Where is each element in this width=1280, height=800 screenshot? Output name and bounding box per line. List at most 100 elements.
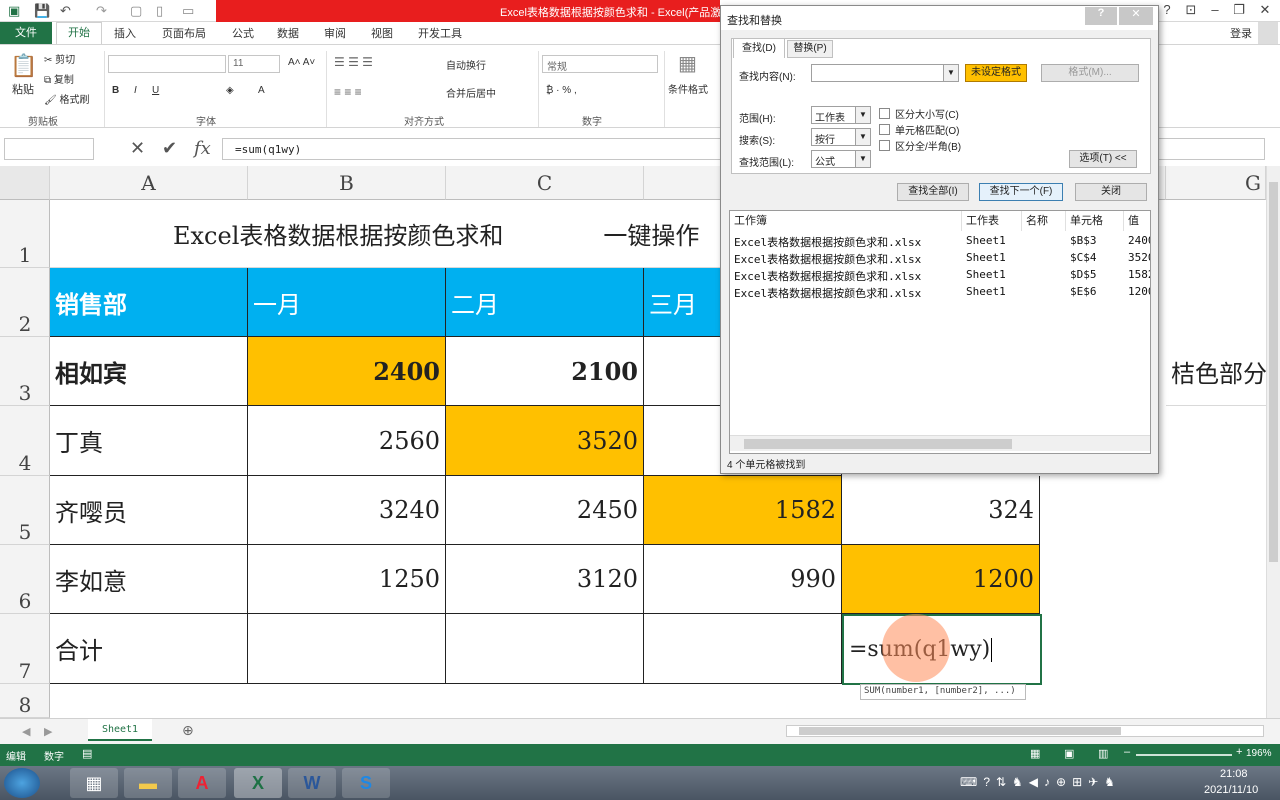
font-name-dropdown[interactable] bbox=[108, 55, 226, 73]
font-size-dropdown[interactable]: 11 bbox=[228, 55, 280, 73]
zoom-slider[interactable] bbox=[1136, 754, 1232, 756]
login-link[interactable]: 登录 bbox=[1230, 25, 1252, 41]
tray-icons[interactable]: ⌨?⇅♞◀♪⊕⊞✈♞ bbox=[960, 775, 1121, 789]
page-layout-view-icon[interactable]: ▣ bbox=[1064, 747, 1074, 760]
autocad-icon[interactable]: A bbox=[178, 768, 226, 798]
row-header-8[interactable]: 8 bbox=[0, 684, 50, 718]
total-label-cell[interactable]: 合计 bbox=[50, 614, 248, 684]
header-cell[interactable]: 销售部 bbox=[50, 268, 248, 337]
restore-icon[interactable]: ❐ bbox=[1228, 2, 1250, 20]
find-input[interactable]: ▼ bbox=[811, 64, 959, 82]
add-sheet-icon[interactable]: ⊕ bbox=[182, 722, 194, 739]
total-cell[interactable] bbox=[644, 614, 842, 684]
paste-icon[interactable]: 📋 bbox=[10, 53, 37, 79]
result-row[interactable]: Excel表格数据根据按颜色求和.xlsxSheet1$C$43520 bbox=[730, 250, 1150, 267]
results-hscrollbar[interactable] bbox=[730, 435, 1150, 451]
lookin-select[interactable]: 公式 ▼ bbox=[811, 150, 871, 168]
save-icon[interactable]: 💾 bbox=[34, 3, 50, 19]
prev-sheet-icon[interactable]: ◀ bbox=[22, 725, 30, 738]
value-cell[interactable]: 1582 bbox=[644, 476, 842, 545]
value-cell[interactable]: 2100 bbox=[446, 337, 644, 406]
column-header-g[interactable]: G bbox=[1166, 166, 1266, 200]
task-view-icon[interactable]: ▦ bbox=[70, 768, 118, 798]
macro-record-icon[interactable]: ▤ bbox=[82, 747, 92, 760]
wrap-text-button[interactable]: 自动换行 bbox=[446, 57, 486, 72]
format-painter-button[interactable]: 🖌 格式刷 bbox=[44, 91, 89, 106]
font-grow-icon[interactable]: A˄ A˅ bbox=[288, 57, 315, 68]
minimize-icon[interactable]: – bbox=[1204, 2, 1226, 20]
header-cell[interactable]: 一月 bbox=[248, 268, 446, 337]
value-cell[interactable]: 2400 bbox=[248, 337, 446, 406]
close-window-icon[interactable]: ✕ bbox=[1254, 2, 1276, 20]
row-header-5[interactable]: 5 bbox=[0, 476, 50, 545]
find-next-button[interactable]: 查找下一个(F) bbox=[979, 183, 1063, 201]
tab-replace[interactable]: 替换(P) bbox=[787, 40, 833, 58]
value-cell[interactable]: 1250 bbox=[248, 545, 446, 614]
merge-center-button[interactable]: 合并后居中 bbox=[446, 85, 496, 100]
cut-button[interactable]: ✂ 剪切 bbox=[44, 51, 75, 66]
value-cell[interactable]: 3520 bbox=[446, 406, 644, 476]
value-cell[interactable]: 990 bbox=[644, 545, 842, 614]
ribbon-display-icon[interactable]: ⊡ bbox=[1180, 2, 1202, 20]
cond-format-icon[interactable]: ▦ bbox=[678, 51, 697, 76]
start-button[interactable] bbox=[4, 768, 40, 798]
font-color-icon[interactable]: A bbox=[258, 85, 265, 96]
value-cell[interactable]: 3240 bbox=[248, 476, 446, 545]
options-button[interactable]: 选项(T) << bbox=[1069, 150, 1137, 168]
close-button[interactable]: 关闭 bbox=[1075, 183, 1147, 201]
tab-formulas[interactable]: 公式 bbox=[232, 25, 254, 41]
vertical-scrollbar[interactable] bbox=[1266, 166, 1280, 718]
name-cell[interactable]: 齐嘤员 bbox=[50, 476, 248, 545]
open-file-icon[interactable]: ▭ bbox=[182, 3, 194, 19]
help-icon[interactable]: ? bbox=[1156, 2, 1178, 20]
name-cell[interactable]: 李如意 bbox=[50, 545, 248, 614]
new-file-icon[interactable]: ▯ bbox=[156, 3, 163, 19]
match-width-checkbox[interactable] bbox=[879, 140, 890, 151]
tab-data[interactable]: 数据 bbox=[277, 25, 299, 41]
sheet-tab[interactable]: Sheet1 bbox=[88, 719, 152, 741]
col-name[interactable]: 名称 bbox=[1022, 211, 1066, 231]
find-all-button[interactable]: 查找全部(I) bbox=[897, 183, 969, 201]
tab-file[interactable]: 文件 bbox=[0, 22, 52, 44]
value-cell[interactable]: 2560 bbox=[248, 406, 446, 476]
result-row[interactable]: Excel表格数据根据按颜色求和.xlsxSheet1$B$32400 bbox=[730, 233, 1150, 250]
match-cell-checkbox[interactable] bbox=[879, 124, 890, 135]
undo-icon[interactable]: ↶ bbox=[60, 3, 71, 19]
result-row[interactable]: Excel表格数据根据按颜色求和.xlsxSheet1$D$51582 bbox=[730, 267, 1150, 284]
cancel-icon[interactable]: ✕ bbox=[130, 138, 145, 159]
enter-icon[interactable]: ✔ bbox=[162, 138, 177, 159]
tab-view[interactable]: 视图 bbox=[371, 25, 393, 41]
value-cell[interactable]: 3120 bbox=[446, 545, 644, 614]
dialog-help-icon[interactable]: ? bbox=[1085, 7, 1117, 25]
scrollbar-thumb[interactable] bbox=[1269, 182, 1278, 562]
column-header-c[interactable]: C bbox=[446, 166, 644, 200]
row-header-4[interactable]: 4 bbox=[0, 406, 50, 476]
clock-time[interactable]: 21:08 bbox=[1220, 768, 1248, 780]
result-row[interactable]: Excel表格数据根据按颜色求和.xlsxSheet1$E$61200 bbox=[730, 284, 1150, 301]
value-cell[interactable]: 324 bbox=[842, 476, 1040, 545]
match-case-checkbox[interactable] bbox=[879, 108, 890, 119]
search-select[interactable]: 按行 ▼ bbox=[811, 128, 871, 146]
tab-insert[interactable]: 插入 bbox=[114, 25, 136, 41]
tab-review[interactable]: 审阅 bbox=[324, 25, 346, 41]
tab-home[interactable]: 开始 bbox=[56, 22, 102, 44]
name-box[interactable] bbox=[4, 138, 94, 160]
results-list[interactable]: 工作簿 工作表 名称 单元格 值 Excel表格数据根据按颜色求和.xlsx Sh… bbox=[729, 210, 1151, 454]
column-header-b[interactable]: B bbox=[248, 166, 446, 200]
zoom-out-icon[interactable]: – bbox=[1124, 746, 1130, 758]
dialog-close-icon[interactable]: ✕ bbox=[1119, 7, 1153, 25]
col-value[interactable]: 值 bbox=[1124, 211, 1152, 231]
row-header-1[interactable]: 1 bbox=[0, 200, 50, 268]
tab-find[interactable]: 查找(D) bbox=[733, 38, 785, 58]
normal-view-icon[interactable]: ▦ bbox=[1030, 747, 1040, 760]
tab-page-layout[interactable]: 页面布局 bbox=[162, 25, 206, 41]
function-tooltip[interactable]: SUM(number1, [number2], ...) bbox=[860, 684, 1026, 700]
number-format-dropdown[interactable]: 常规 bbox=[542, 55, 658, 73]
scrollbar-thumb[interactable] bbox=[799, 727, 1121, 735]
select-all-corner[interactable] bbox=[0, 166, 50, 200]
value-cell[interactable]: 2450 bbox=[446, 476, 644, 545]
align-left-icon[interactable]: ≡ ≡ ≡ bbox=[334, 85, 362, 99]
next-sheet-icon[interactable]: ▶ bbox=[44, 725, 52, 738]
paste-button[interactable]: 粘贴 bbox=[12, 81, 34, 97]
column-header-a[interactable]: A bbox=[50, 166, 248, 200]
